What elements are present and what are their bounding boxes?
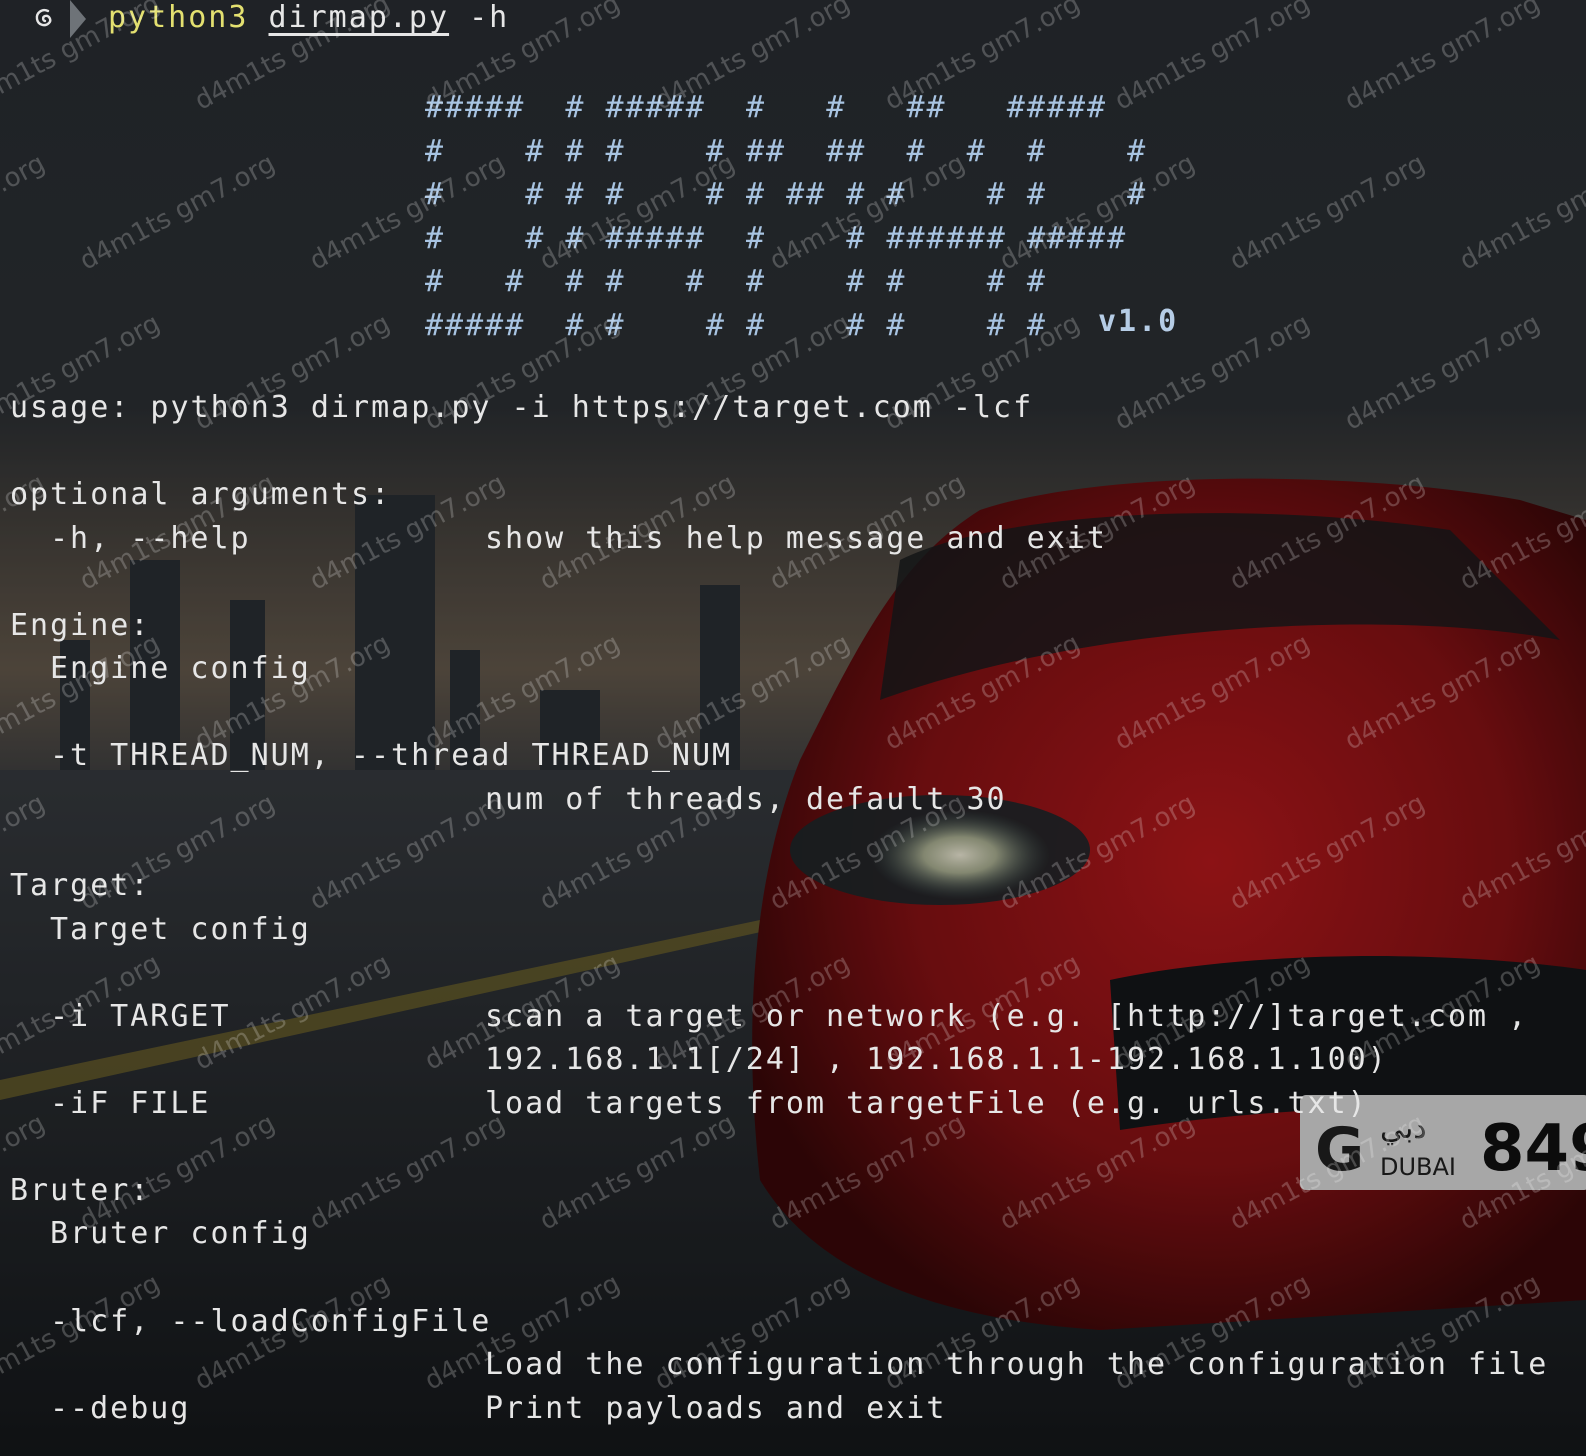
- thread-option: -t THREAD_NUM, --thread THREAD_NUM: [50, 738, 733, 773]
- command-script: dirmap.py: [268, 0, 450, 35]
- banner-version: v1.0: [1098, 304, 1179, 339]
- debug-option-desc: Print payloads and exit: [485, 1391, 947, 1426]
- engine-subheader: Engine config: [50, 651, 311, 686]
- help-option-desc: show this help message and exit: [485, 521, 1107, 556]
- usage-line: usage: python3 dirmap.py -i https://targ…: [10, 390, 1034, 425]
- target-file-option: -iF FILE: [50, 1086, 211, 1121]
- bruter-subheader: Bruter config: [50, 1216, 311, 1251]
- thread-option-desc: num of threads, default 30: [485, 782, 1007, 817]
- target-file-option-desc: load targets from targetFile (e.g. urls.…: [485, 1086, 1368, 1121]
- target-option-desc-2: 192.168.1.1[/24] , 192.168.1.1-192.168.1…: [485, 1042, 1388, 1077]
- command-program: python3: [108, 0, 249, 35]
- bruter-header: Bruter:: [10, 1173, 151, 1208]
- target-option-desc-1: scan a target or network (e.g. [http://]…: [485, 999, 1529, 1034]
- command-flag: -h: [469, 0, 510, 35]
- optional-arguments-header: optional arguments:: [10, 477, 392, 512]
- terminal-window[interactable]: python3 dirmap.py -h ##### # ##### # # #…: [0, 0, 1586, 1456]
- prompt-badge: [8, 0, 86, 38]
- debug-option: --debug: [50, 1391, 191, 1426]
- prompt-arrow-icon: [70, 0, 86, 38]
- target-header: Target:: [10, 868, 151, 903]
- load-config-option-desc: Load the configuration through the confi…: [485, 1347, 1549, 1382]
- target-option: -i TARGET: [50, 999, 231, 1034]
- help-option: -h, --help: [50, 521, 251, 556]
- engine-header: Engine:: [10, 608, 151, 643]
- target-subheader: Target config: [50, 912, 311, 947]
- command-line[interactable]: python3 dirmap.py -h: [108, 0, 509, 36]
- debian-swirl-icon: [35, 8, 52, 27]
- ascii-banner: ##### # ##### # # ## ##### # # # # # ## …: [425, 90, 1148, 343]
- load-config-option: -lcf, --loadConfigFile: [50, 1304, 492, 1339]
